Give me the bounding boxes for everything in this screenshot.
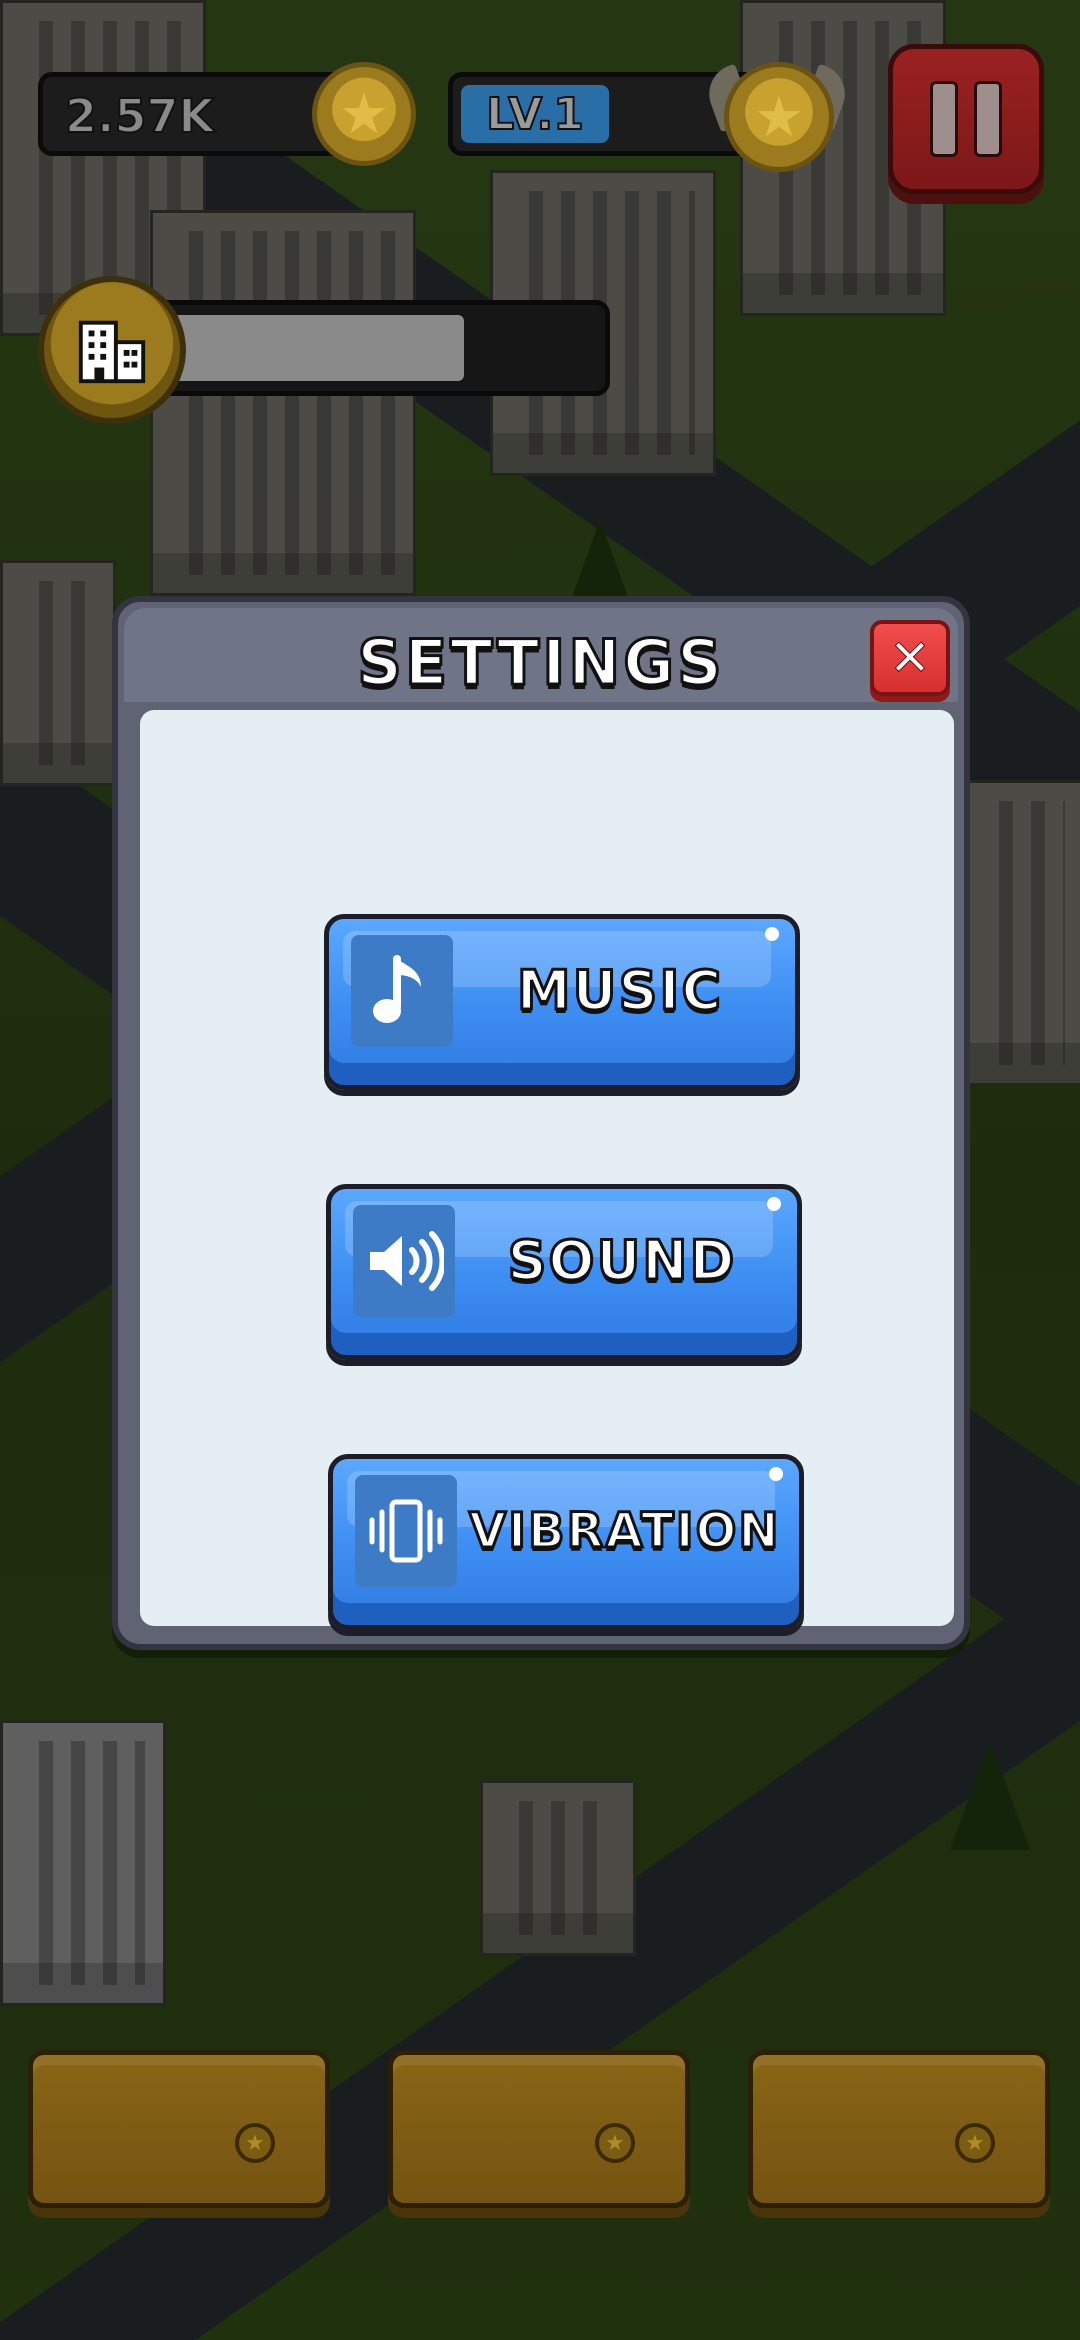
bottom-slot-3[interactable]: ★ — [748, 2050, 1050, 2208]
vibration-toggle-button[interactable]: VIBRATION — [328, 1454, 804, 1630]
music-note-icon — [351, 935, 453, 1047]
settings-header: SETTINGS ✕ — [124, 608, 958, 702]
music-label: MUSIC — [515, 958, 724, 1024]
vibration-label: VIBRATION — [468, 1502, 781, 1561]
pause-icon — [930, 81, 958, 157]
sound-label: SOUND — [506, 1228, 737, 1294]
build-progress-bar — [140, 300, 610, 396]
coin-icon: ★ — [955, 2123, 995, 2163]
music-note-glyph — [373, 955, 421, 1023]
level-label: LV.1 — [461, 85, 609, 143]
pause-icon-bar — [974, 81, 1002, 157]
building-glyph — [78, 320, 146, 384]
pause-button[interactable] — [888, 44, 1044, 194]
coin-value: 2.57K — [64, 88, 215, 144]
building-icon — [38, 276, 186, 424]
settings-dialog: SETTINGS ✕ MUSIC SOUND VIBRATION — [112, 596, 970, 1650]
speaker-glyph — [370, 1231, 444, 1291]
coin-icon: ★ — [312, 62, 416, 166]
vibration-icon — [355, 1475, 457, 1587]
settings-body: MUSIC SOUND VIBRATION — [140, 710, 954, 1630]
coin-icon: ★ — [235, 2123, 275, 2163]
level-star-badge-icon: ★ — [724, 62, 834, 172]
button-shine — [765, 927, 779, 941]
sound-toggle-button[interactable]: SOUND — [326, 1184, 802, 1360]
coin-icon: ★ — [595, 2123, 635, 2163]
close-button[interactable]: ✕ — [870, 620, 950, 696]
close-icon: ✕ — [889, 629, 932, 687]
speaker-icon — [353, 1205, 455, 1317]
vibration-glyph — [369, 1499, 443, 1563]
music-toggle-button[interactable]: MUSIC — [324, 914, 800, 1090]
button-shine — [769, 1467, 783, 1481]
bottom-slot-2[interactable]: ★ — [388, 2050, 690, 2208]
button-shine — [767, 1197, 781, 1211]
build-progress-fill — [173, 315, 464, 381]
bottom-slot-1[interactable]: ★ — [28, 2050, 330, 2208]
settings-title: SETTINGS — [356, 625, 725, 701]
